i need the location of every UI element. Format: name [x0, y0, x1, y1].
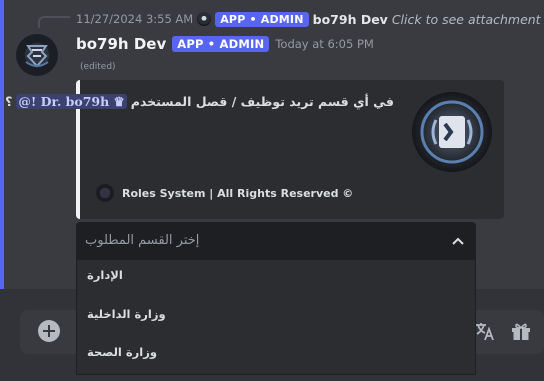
gift-icon[interactable]: [510, 320, 532, 342]
translate-icon[interactable]: [474, 320, 496, 342]
reply-attachment-link[interactable]: Click to see attachment: [392, 12, 541, 27]
reply-author[interactable]: bo79h Dev: [313, 12, 388, 27]
app-admin-tag: APP • ADMIN: [172, 36, 270, 52]
embed-thumbnail[interactable]: [412, 92, 492, 172]
question-mark: ؟: [5, 94, 13, 109]
avatar[interactable]: [16, 34, 58, 76]
edited-label: (edited): [80, 62, 116, 72]
code-logo-icon: [420, 100, 484, 164]
avatar-logo-icon: [25, 45, 49, 68]
select-placeholder: إختر القسم المطلوب: [85, 233, 200, 248]
user-mention[interactable]: @! Dr. bo79h ♛: [16, 94, 127, 109]
footer-logo-icon: [96, 184, 114, 202]
message-timestamp: Today at 6:05 PM: [275, 37, 374, 51]
plus-circle-icon[interactable]: [38, 320, 60, 342]
reply-avatar[interactable]: [197, 12, 212, 26]
author-name[interactable]: bo79h Dev: [76, 35, 166, 53]
option-administration[interactable]: الإدارة: [87, 268, 123, 288]
embed-question: في أي قسم تريد توظيف / قصل المستخدم: [130, 94, 394, 109]
highlight-bar: [0, 0, 4, 289]
option-interior-ministry[interactable]: وزارة الداخلية: [87, 307, 166, 327]
message-header: bo79h Dev APP • ADMIN Today at 6:05 PM: [76, 34, 374, 54]
role-select-menu: الإدارة وزارة الداخلية وزارة الصحة: [76, 260, 476, 375]
footer-text: Roles System | All Rights Reserved ©: [122, 186, 354, 200]
option-health-ministry[interactable]: وزارة الصحة: [87, 345, 157, 365]
reply-spine: [38, 16, 70, 28]
reply-timestamp: 11/27/2024 3:55 AM: [76, 12, 194, 26]
chevron-up-icon[interactable]: [451, 235, 465, 249]
embed-footer: Roles System | All Rights Reserved ©: [96, 184, 353, 202]
reply-preview[interactable]: 11/27/2024 3:55 AM APP • ADMIN bo79h Dev…: [76, 10, 544, 28]
embed-description: في أي قسم تريد توظيف / قصل المستخدم @! D…: [5, 94, 394, 109]
embed: في أي قسم تريد توظيف / قصل المستخدم @! D…: [5, 80, 504, 219]
reply-app-tag: APP • ADMIN: [215, 11, 309, 27]
role-select[interactable]: إختر القسم المطلوب: [76, 222, 476, 260]
